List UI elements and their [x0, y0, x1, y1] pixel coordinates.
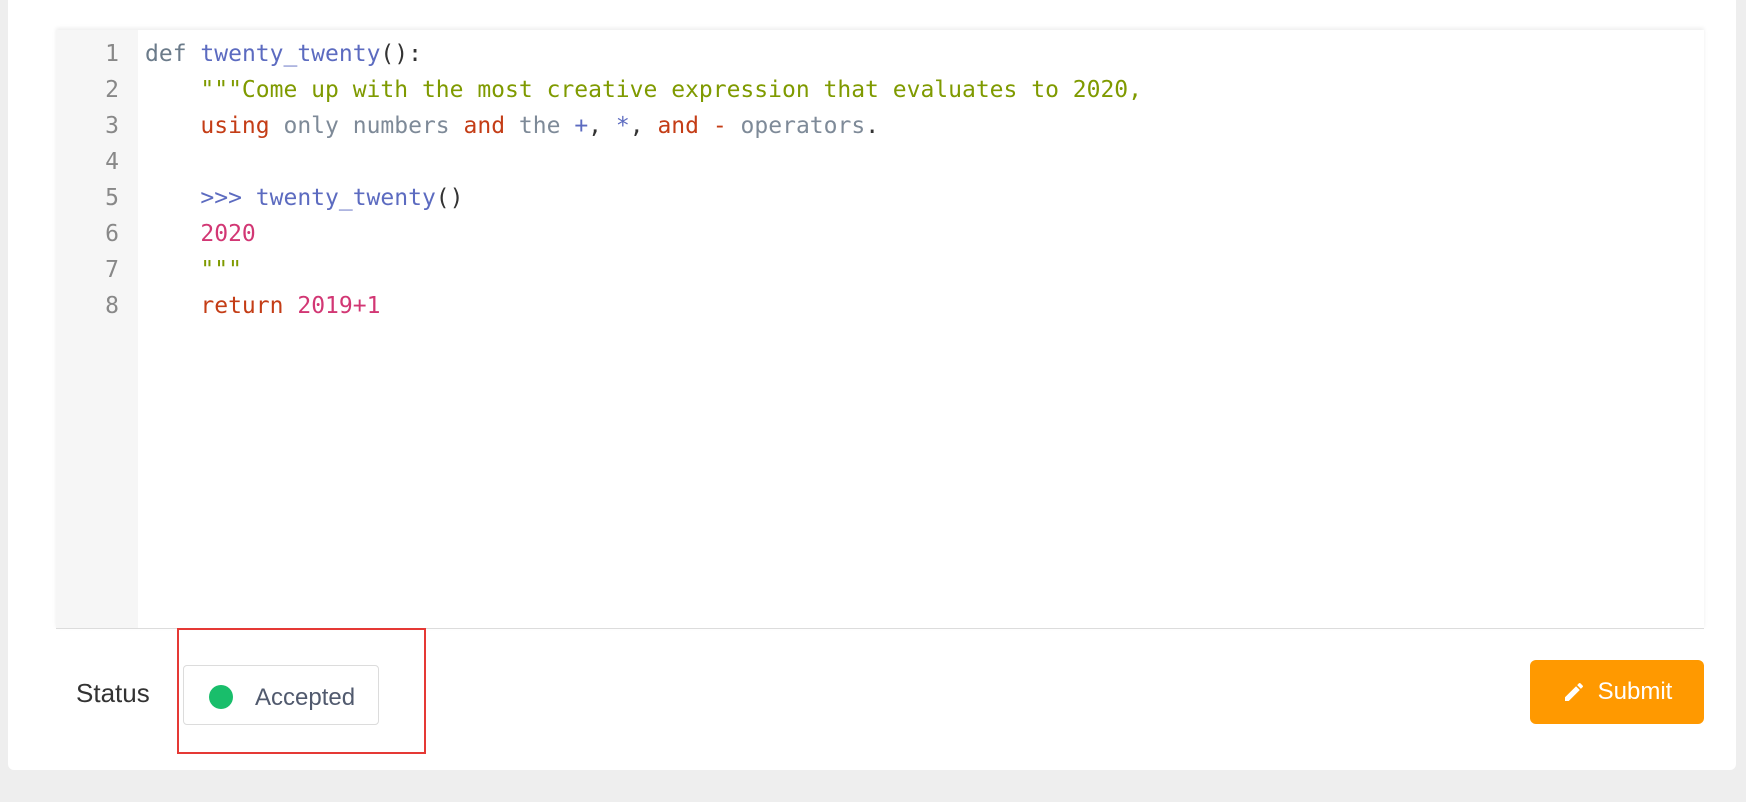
line-number: 8 — [105, 293, 119, 319]
code-panel: 1 2 3 4 5 6 7 8 def twenty_twenty(): """… — [8, 0, 1736, 770]
punctuation: (): — [380, 41, 422, 67]
line-number: 7 — [105, 257, 119, 283]
line-number: 3 — [105, 113, 119, 139]
code-editor[interactable]: 1 2 3 4 5 6 7 8 def twenty_twenty(): """… — [56, 30, 1704, 629]
status-label: Status — [76, 678, 150, 708]
number-literal: 2019 — [297, 293, 353, 319]
punctuation: () — [435, 185, 464, 211]
code-line-5: >>> twenty_twenty() — [145, 178, 464, 218]
keyword-return: return — [200, 293, 284, 319]
docstring-token: , — [588, 113, 616, 139]
docstring-token: the — [505, 113, 575, 139]
operator: + — [352, 293, 367, 319]
docstring-token: only numbers — [269, 113, 464, 139]
line-number: 1 — [105, 41, 119, 67]
status-highlight-box — [177, 628, 426, 754]
docstring-token: using — [200, 113, 270, 139]
docstring-token: . — [865, 113, 880, 139]
doctest-prompt: >>> — [200, 185, 256, 211]
code-line-2: """Come up with the most creative expres… — [145, 70, 1142, 110]
doctest-output: 2020 — [200, 221, 256, 247]
docstring-token: + — [574, 113, 589, 139]
docstring-token: - — [712, 113, 727, 139]
docstring-token: and — [463, 113, 506, 139]
keyword-def: def — [145, 41, 187, 67]
submit-label: Submit — [1597, 678, 1673, 705]
docstring-token: , — [629, 113, 658, 139]
line-number: 6 — [105, 221, 119, 247]
docstring-end: """ — [200, 257, 242, 283]
line-number-gutter: 1 2 3 4 5 6 7 8 — [56, 30, 138, 628]
submit-button[interactable]: Submit — [1530, 660, 1704, 724]
docstring-token: operators — [726, 113, 866, 139]
code-line-3: using only numbers and the +, *, and - o… — [145, 106, 879, 146]
code-line-8: return 2019+1 — [145, 286, 380, 326]
docstring: """Come up with the most creative expres… — [200, 77, 1142, 103]
function-name: twenty_twenty — [200, 41, 381, 67]
number-literal: 1 — [366, 293, 381, 319]
function-call: twenty_twenty — [255, 185, 436, 211]
line-number: 5 — [105, 185, 119, 211]
code-line-1: def twenty_twenty(): — [145, 34, 422, 74]
line-number: 2 — [105, 77, 119, 103]
code-line-7: """ — [145, 250, 242, 290]
code-line-6: 2020 — [145, 214, 256, 254]
line-number: 4 — [105, 149, 119, 175]
docstring-token: and — [657, 113, 699, 139]
docstring-token — [699, 113, 713, 139]
docstring-token: * — [615, 113, 630, 139]
pencil-icon — [1564, 682, 1583, 701]
